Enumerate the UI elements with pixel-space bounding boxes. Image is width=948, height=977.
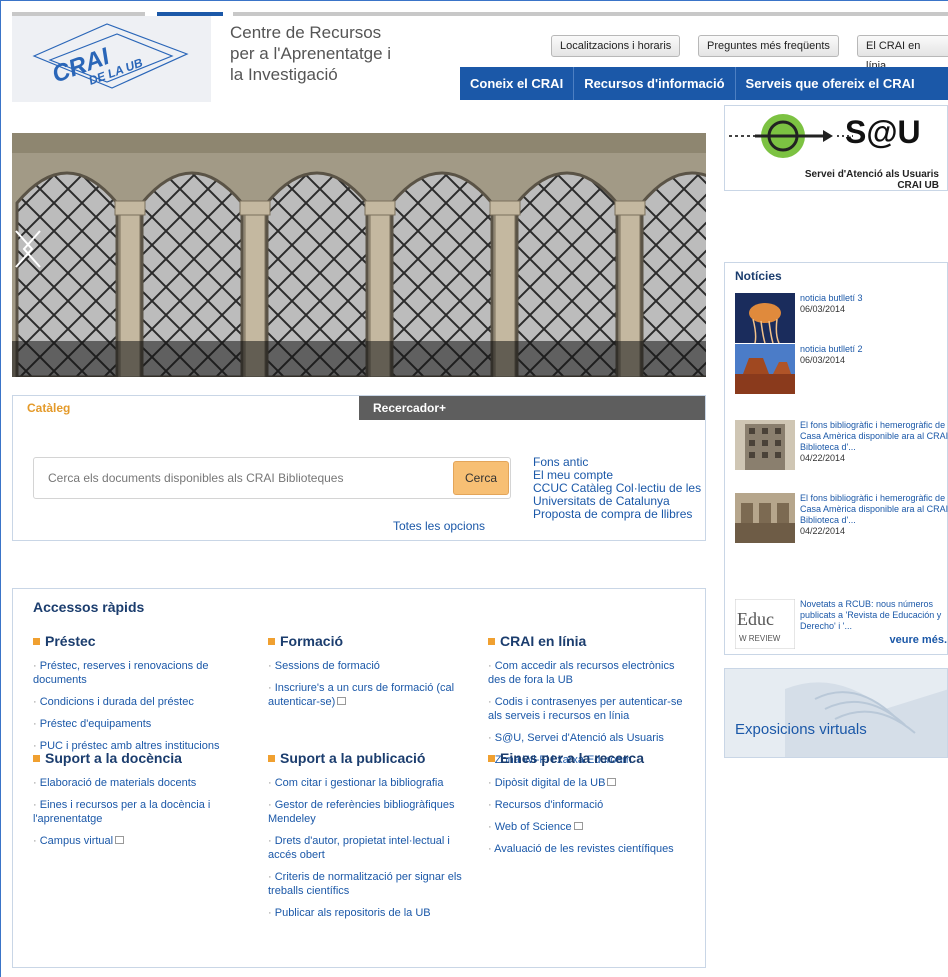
news-thumb-journal: Educ W REVIEW bbox=[735, 599, 795, 649]
external-link-icon bbox=[573, 822, 583, 830]
external-link-icon bbox=[115, 836, 125, 844]
util-online-button[interactable]: El CRAI en línia bbox=[857, 35, 948, 72]
quick-link[interactable]: Publicar als repositoris de la UB bbox=[268, 906, 478, 920]
section-eines-recerca: Eines per a la recerca Dipòsit digital d… bbox=[488, 750, 688, 864]
section-formacio: Formació Sessions de formació Inscriure'… bbox=[268, 633, 478, 717]
search-button[interactable]: Cerca bbox=[453, 461, 509, 495]
quick-link[interactable]: Com citar i gestionar la bibliografia bbox=[268, 776, 478, 790]
news-item[interactable]: Educ W REVIEW Novetats a RCUB: nous núme… bbox=[735, 599, 948, 659]
quick-link[interactable]: Préstec, reserves i renovacions de docum… bbox=[33, 659, 243, 687]
image-slider[interactable] bbox=[12, 133, 706, 377]
quick-link[interactable]: Com accedir als recursos electrònics des… bbox=[488, 659, 688, 687]
quick-access-panel: Accessos ràpids Préstec Préstec, reserve… bbox=[12, 588, 706, 968]
section-title: Préstec bbox=[33, 633, 243, 649]
news-title: Notícies bbox=[735, 269, 782, 283]
svg-text:Educ: Educ bbox=[737, 609, 774, 629]
nav-recursos[interactable]: Recursos d'informació bbox=[574, 67, 736, 100]
quick-link[interactable]: Elaboració de materials docents bbox=[33, 776, 243, 790]
news-thumb-desert bbox=[735, 344, 795, 394]
quick-link[interactable]: Préstec d'equipaments bbox=[33, 717, 243, 731]
chevron-right-icon[interactable] bbox=[12, 229, 36, 269]
section-suport-publicacio: Suport a la publicació Com citar i gesti… bbox=[268, 750, 478, 928]
sau-subtitle: Servei d'Atenció als Usuaris bbox=[804, 169, 939, 180]
quick-link[interactable]: Condicions i durada del préstec bbox=[33, 695, 243, 709]
news-item[interactable]: El fons bibliogràfic i hemerogràfic de C… bbox=[735, 420, 948, 480]
quick-link[interactable]: Codis i contrasenyes per autenticar-se a… bbox=[488, 695, 688, 723]
external-link-icon bbox=[337, 697, 347, 705]
quick-link[interactable]: Inscriure's a un curs de formació (cal a… bbox=[268, 681, 478, 709]
section-title: Suport a la docència bbox=[33, 750, 243, 766]
slider-caption-bar bbox=[12, 341, 706, 377]
sau-org: CRAI UB bbox=[897, 180, 939, 191]
main-nav: Coneix el CRAI Recursos d'informació Ser… bbox=[460, 67, 948, 100]
svg-text:W REVIEW: W REVIEW bbox=[739, 634, 781, 643]
tab-cataleg[interactable]: Catàleg bbox=[13, 396, 359, 420]
quick-link[interactable]: Dipòsit digital de la UB bbox=[488, 776, 688, 790]
util-locations-button[interactable]: Localitzacions i horaris bbox=[551, 35, 681, 57]
search-panel: Catàleg Recercador+ Cerca els documents … bbox=[12, 395, 706, 541]
external-link-icon bbox=[607, 778, 617, 786]
virtual-exhibitions-label: Exposicions virtuals bbox=[735, 721, 867, 738]
all-options-link[interactable]: Totes les opcions bbox=[393, 519, 485, 533]
quick-access-title: Accessos ràpids bbox=[33, 599, 145, 615]
section-prestec: Préstec Préstec, reserves i renovacions … bbox=[33, 633, 243, 761]
search-input[interactable]: Cerca els documents disponibles als CRAI… bbox=[33, 457, 511, 499]
news-thumb-interior bbox=[735, 493, 795, 543]
news-item[interactable]: noticia butlletí 2 06/03/2014 bbox=[735, 344, 948, 404]
nav-coneix[interactable]: Coneix el CRAI bbox=[460, 67, 575, 100]
quick-link[interactable]: S@U, Servei d'Atenció als Usuaris bbox=[488, 731, 688, 745]
news-thumb-building bbox=[735, 420, 795, 470]
quick-link[interactable]: Recursos d'informació bbox=[488, 798, 688, 812]
quick-link[interactable]: Avaluació de les revistes científiques bbox=[488, 842, 688, 856]
quick-link[interactable]: Drets d'autor, propietat intel·lectual i… bbox=[268, 834, 478, 862]
search-tabs: Catàleg Recercador+ bbox=[13, 396, 705, 420]
section-title: Suport a la publicació bbox=[268, 750, 478, 766]
section-title: CRAI en línia bbox=[488, 633, 688, 649]
news-thumb-jellyfish bbox=[735, 293, 795, 343]
quick-link[interactable]: Gestor de referències bibliogràfiques Me… bbox=[268, 798, 478, 826]
nav-serveis[interactable]: Serveis que ofereix el CRAI bbox=[736, 67, 925, 100]
section-title: Formació bbox=[268, 633, 478, 649]
quick-link[interactable]: Criteris de normalització per signar els… bbox=[268, 870, 478, 898]
search-side-links: Fons antic El meu compte CCUC Catàleg Co… bbox=[533, 456, 705, 521]
crai-ub-logo[interactable]: CRAI DE LA UB bbox=[12, 16, 211, 102]
sau-banner[interactable]: S@U Servei d'Atenció als Usuaris CRAI UB bbox=[724, 105, 948, 191]
book-pages-icon bbox=[725, 669, 947, 757]
sau-title: S@U bbox=[845, 114, 921, 150]
quick-link[interactable]: Web of Science bbox=[488, 820, 688, 834]
quick-link[interactable]: Sessions de formació bbox=[268, 659, 478, 673]
link-proposta-compra[interactable]: Proposta de compra de llibres bbox=[533, 508, 705, 521]
section-title: Eines per a la recerca bbox=[488, 750, 688, 766]
tab-recercador[interactable]: Recercador+ bbox=[359, 396, 705, 420]
section-suport-docencia: Suport a la docència Elaboració de mater… bbox=[33, 750, 243, 856]
quick-link[interactable]: Campus virtual bbox=[33, 834, 243, 848]
util-faq-button[interactable]: Preguntes més freqüents bbox=[698, 35, 839, 57]
news-item[interactable]: El fons bibliogràfic i hemerogràfic de C… bbox=[735, 493, 948, 553]
more-news-link[interactable]: veure més. bbox=[890, 634, 947, 646]
virtual-exhibitions-banner[interactable]: Exposicions virtuals bbox=[724, 668, 948, 758]
quick-link[interactable]: Eines i recursos per a la docència i l'a… bbox=[33, 798, 243, 826]
site-title: Centre de Recursos per a l'Aprenentatge … bbox=[230, 23, 392, 84]
news-panel: Notícies noticia butlletí 3 06/03/2014 no… bbox=[724, 262, 948, 655]
link-ccuc[interactable]: CCUC Catàleg Col·lectiu de les Universit… bbox=[533, 482, 705, 508]
search-placeholder: Cerca els documents disponibles als CRAI… bbox=[48, 471, 344, 485]
